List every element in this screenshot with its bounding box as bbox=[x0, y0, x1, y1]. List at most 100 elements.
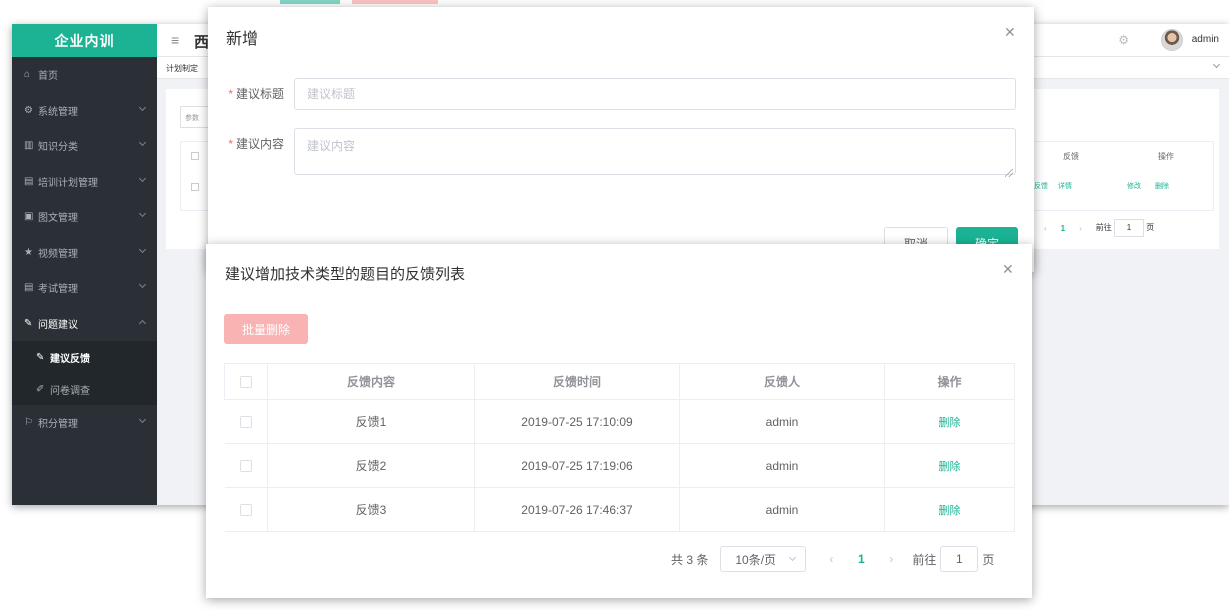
edit-icon: ✎ bbox=[36, 351, 45, 363]
page-size-value: 10条/页 bbox=[735, 552, 777, 567]
background-button-strip bbox=[280, 0, 340, 4]
sidebar-item-training-plan[interactable]: ▤ 培训计划管理 bbox=[12, 164, 157, 200]
prev-page-icon[interactable]: ‹ bbox=[1044, 224, 1047, 233]
page-number[interactable]: 1 bbox=[846, 552, 876, 566]
content-label-text: 建议内容 bbox=[235, 137, 284, 151]
feedback-user: admin bbox=[679, 487, 885, 532]
brand-logo: 企业内训 bbox=[12, 24, 157, 57]
settings-icon[interactable]: ⚙ bbox=[1118, 33, 1129, 47]
next-page-icon[interactable]: › bbox=[876, 552, 906, 566]
delete-link[interactable]: 删除 bbox=[1149, 170, 1175, 202]
pagination-total: 共 3 条 bbox=[671, 552, 709, 567]
sidebar-item-label: 知识分类 bbox=[38, 142, 78, 154]
sidebar-item-label: 系统管理 bbox=[38, 106, 78, 118]
goto-label: 前往 bbox=[912, 552, 937, 567]
exam-icon: ▤ bbox=[24, 282, 34, 294]
sidebar-subitem-survey[interactable]: ✐ 问卷调查 bbox=[12, 373, 157, 405]
sidebar-item-home[interactable]: ⌂ 首页 bbox=[12, 57, 157, 93]
calendar-icon: ▤ bbox=[24, 175, 34, 187]
table-row: 反馈3 2019-07-26 17:46:37 admin 删除 bbox=[224, 487, 1015, 532]
page-unit: 页 bbox=[982, 552, 995, 567]
row-checkbox[interactable] bbox=[239, 460, 252, 473]
sidebar-item-video[interactable]: ★ 视频管理 bbox=[12, 235, 157, 271]
home-icon: ⌂ bbox=[24, 69, 31, 81]
delete-link[interactable]: 删除 bbox=[939, 461, 961, 473]
column-header: 反馈 bbox=[1063, 151, 1079, 161]
select-cell bbox=[224, 487, 268, 532]
chevron-up-icon bbox=[138, 319, 147, 327]
content-textarea[interactable] bbox=[294, 128, 1016, 175]
column-header: 操作 bbox=[884, 363, 1015, 400]
sidebar-item-points[interactable]: ⚐ 积分管理 bbox=[12, 405, 157, 441]
sidebar-item-label: 问题建议 bbox=[38, 319, 78, 331]
checkbox[interactable] bbox=[191, 152, 199, 160]
select-all-checkbox[interactable] bbox=[240, 376, 252, 389]
goto-input[interactable]: 1 bbox=[1114, 219, 1145, 237]
checkbox[interactable] bbox=[191, 183, 199, 191]
feedback-content: 反馈2 bbox=[267, 443, 475, 488]
sidebar-item-label: 建议反馈 bbox=[50, 353, 90, 365]
action-cell: 删除 bbox=[884, 487, 1015, 532]
goto-text: 前往 bbox=[1095, 223, 1112, 232]
gear-icon: ⚙ bbox=[24, 104, 33, 116]
select-cell bbox=[224, 443, 268, 488]
chevron-down-icon bbox=[789, 553, 797, 562]
resize-handle-icon[interactable] bbox=[1005, 169, 1013, 177]
table-row: 反馈1 2019-07-25 17:10:09 admin 删除 bbox=[224, 399, 1015, 444]
page-number[interactable]: 1 bbox=[1061, 224, 1065, 233]
column-header: 反馈内容 bbox=[267, 363, 475, 400]
star-icon: ★ bbox=[24, 246, 33, 258]
required-mark: * bbox=[228, 137, 233, 151]
page-size-select[interactable]: 10条/页 bbox=[720, 546, 807, 572]
dialog-title: 新增 bbox=[226, 31, 259, 48]
delete-link[interactable]: 删除 bbox=[939, 417, 961, 429]
user-name[interactable]: admin bbox=[1192, 34, 1219, 45]
feedback-time: 2019-07-26 17:46:37 bbox=[474, 487, 680, 532]
feedback-time: 2019-07-25 17:10:09 bbox=[474, 399, 680, 444]
avatar[interactable] bbox=[1161, 29, 1183, 51]
title-input[interactable] bbox=[294, 78, 1016, 110]
select-all-cell bbox=[224, 363, 268, 400]
row-checkbox[interactable] bbox=[239, 504, 252, 517]
detail-link[interactable]: 详情 bbox=[1053, 170, 1077, 202]
row-checkbox[interactable] bbox=[239, 416, 252, 429]
delete-link[interactable]: 删除 bbox=[939, 505, 961, 517]
sidebar-item-exam[interactable]: ▤ 考试管理 bbox=[12, 270, 157, 306]
sidebar-item-system[interactable]: ⚙ 系统管理 bbox=[12, 93, 157, 129]
tab-plan[interactable]: 计划制定 bbox=[166, 63, 198, 74]
feedback-content: 反馈1 bbox=[267, 399, 475, 444]
sidebar-subitem-feedback[interactable]: ✎ 建议反馈 bbox=[12, 341, 157, 373]
menu-toggle-icon[interactable]: ≡ bbox=[171, 32, 179, 48]
column-header: 反馈时间 bbox=[474, 363, 680, 400]
chevron-down-icon bbox=[138, 138, 147, 147]
chevron-down-icon bbox=[138, 280, 147, 289]
content-textarea-wrap bbox=[294, 128, 1016, 180]
goto-page-input[interactable] bbox=[940, 546, 979, 572]
next-page-icon[interactable]: › bbox=[1079, 224, 1082, 233]
required-mark: * bbox=[228, 87, 233, 101]
close-icon[interactable]: ✕ bbox=[1002, 261, 1014, 278]
select-cell bbox=[224, 399, 268, 444]
form-row-title: * 建议标题 bbox=[208, 78, 1016, 110]
background-button-strip-2 bbox=[352, 0, 438, 4]
chevron-down-icon[interactable] bbox=[1212, 60, 1221, 69]
close-icon[interactable]: ✕ bbox=[1004, 24, 1016, 41]
batch-delete-button[interactable]: 批量删除 bbox=[224, 314, 308, 344]
sidebar: 企业内训 ⌂ 首页 ⚙ 系统管理 ▥ 知识分类 ▤ 培训计划管理 ▣ 图文管理 … bbox=[12, 24, 157, 505]
prev-page-icon[interactable]: ‹ bbox=[816, 552, 846, 566]
flag-icon: ⚐ bbox=[24, 417, 33, 429]
sidebar-item-knowledge[interactable]: ▥ 知识分类 bbox=[12, 128, 157, 164]
add-dialog: 新增 ✕ *建议标题 *建议内容 取消 确定 bbox=[208, 7, 1034, 272]
chevron-down-icon bbox=[138, 174, 147, 182]
form-row-content: * 建议内容 bbox=[208, 128, 1016, 180]
sidebar-item-suggestion[interactable]: ✎ 问题建议 bbox=[12, 306, 157, 342]
survey-icon: ✐ bbox=[36, 383, 45, 395]
title-label: * 建议标题 bbox=[208, 78, 294, 110]
bar-chart-icon: ▥ bbox=[24, 140, 34, 152]
feedback-list-dialog: 建议增加技术类型的题目的反馈列表 ✕ 批量删除 反馈内容 反馈时间 反馈人 操作… bbox=[206, 244, 1032, 598]
sidebar-item-label: 考试管理 bbox=[38, 284, 78, 296]
chevron-down-icon bbox=[138, 103, 147, 111]
sidebar-item-article[interactable]: ▣ 图文管理 bbox=[12, 199, 157, 235]
edit-link[interactable]: 修改 bbox=[1121, 170, 1147, 202]
sidebar-item-label: 培训计划管理 bbox=[38, 177, 98, 189]
